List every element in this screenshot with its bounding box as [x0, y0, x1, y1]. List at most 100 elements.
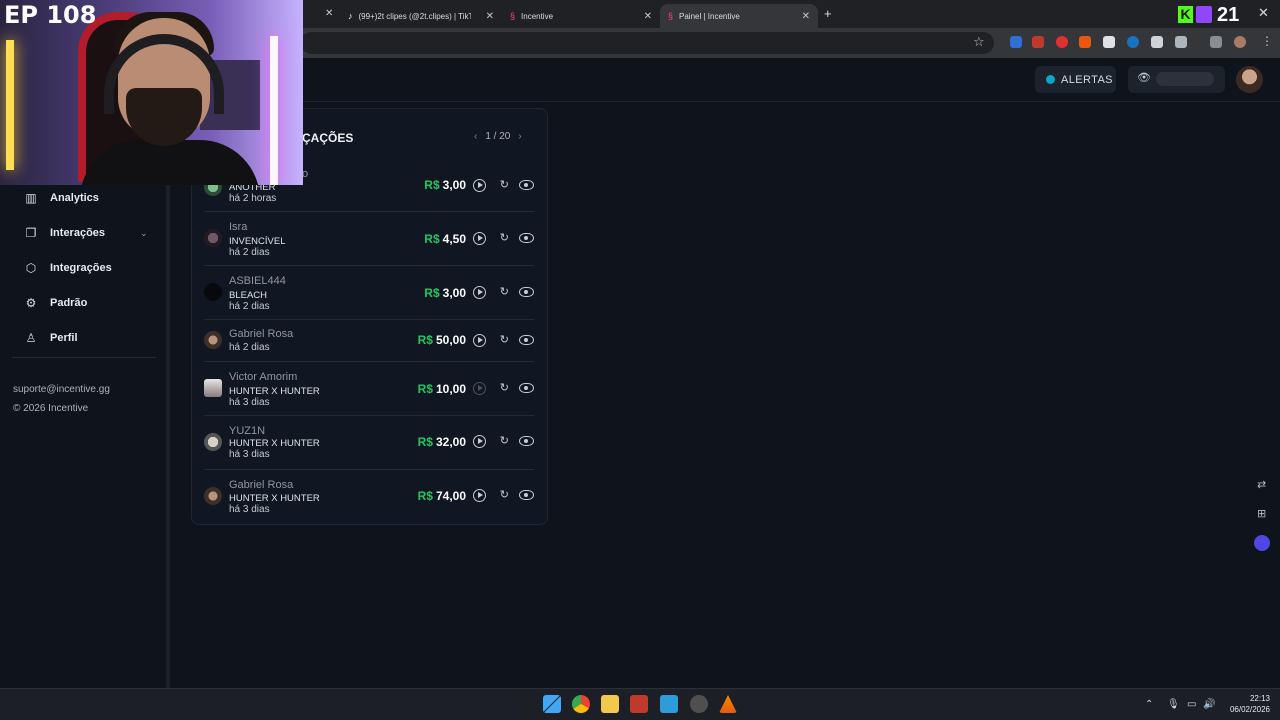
extensions-puzzle-icon[interactable]: [1175, 36, 1187, 48]
twitch-icon: [1196, 6, 1212, 23]
play-icon[interactable]: [473, 435, 486, 448]
currency-symbol: R$: [417, 489, 433, 503]
replay-icon[interactable]: ↻: [500, 232, 509, 245]
support-email-link[interactable]: suporte@incentive.gg: [13, 384, 110, 395]
alerts-button[interactable]: ALERTAS: [1035, 66, 1116, 93]
sidebar-item-interacoes[interactable]: ❐ Interações: [24, 226, 105, 240]
avatar: [204, 487, 222, 505]
window-close-button[interactable]: ✕: [1258, 5, 1269, 21]
browser-tab[interactable]: § Incentive ✕: [502, 4, 660, 28]
tab-title: Incentive: [521, 11, 554, 21]
browser-tab[interactable]: ♪ (99+)2t clipes (@2t.clipes) | TikTok ✕: [340, 4, 502, 28]
donor-name: Gabriel Rosa: [229, 479, 294, 491]
donor-name: Victor Amorim: [229, 371, 298, 383]
sidebar-divider: [12, 357, 156, 358]
extension-icon[interactable]: [1103, 36, 1115, 48]
chevron-left-icon[interactable]: ‹: [474, 131, 477, 142]
donor-name: ASBIEL444: [229, 275, 286, 287]
eye-icon[interactable]: [519, 233, 534, 243]
donation-row: Gabriel Rosa HUNTER X HUNTER há 3 dias R…: [204, 470, 534, 520]
browser-tab-active[interactable]: § Painel | Incentive ✕: [660, 4, 818, 28]
replay-icon[interactable]: ↻: [500, 435, 509, 448]
donation-time: há 2 dias: [229, 301, 270, 312]
sidebar-item-padrao[interactable]: ⚙ Padrão: [24, 296, 88, 310]
eye-icon[interactable]: [519, 287, 534, 297]
play-icon[interactable]: [473, 179, 486, 192]
currency-symbol: R$: [417, 382, 433, 396]
notepad-icon[interactable]: [660, 695, 678, 713]
replay-icon[interactable]: ↻: [500, 286, 509, 299]
close-tab-icon[interactable]: ✕: [802, 11, 810, 22]
eye-icon[interactable]: [519, 383, 534, 393]
chevron-right-icon[interactable]: ›: [518, 131, 521, 142]
taskbar-clock[interactable]: 22:13 06/02/2026: [1226, 693, 1270, 715]
assistant-bot-icon[interactable]: [1254, 535, 1270, 551]
replay-icon[interactable]: ↻: [500, 334, 509, 347]
bar-chart-icon: ▥: [25, 191, 37, 205]
eye-icon[interactable]: [519, 335, 534, 345]
eye-icon[interactable]: [519, 180, 534, 190]
chevron-up-icon[interactable]: ⌃: [1145, 699, 1153, 710]
close-tab-icon[interactable]: ✕: [325, 8, 333, 19]
donor-name: Gabriel Rosa: [229, 328, 294, 340]
profile-icon[interactable]: [1234, 36, 1246, 48]
play-icon[interactable]: [473, 334, 486, 347]
donation-row: Isra INVENCÍVEL há 2 dias R$ 4,50 ↻: [204, 212, 534, 266]
media-icon[interactable]: [1210, 36, 1222, 48]
extension-icon[interactable]: [1032, 36, 1044, 48]
sidebar-item-analytics[interactable]: ▥ Analytics: [24, 191, 99, 205]
windows-start-icon[interactable]: [543, 695, 561, 713]
replay-icon[interactable]: ↻: [500, 489, 509, 502]
donation-time: há 3 dias: [229, 504, 270, 515]
replay-icon[interactable]: ↻: [500, 382, 509, 395]
donation-amount: R$ 4,50: [424, 232, 466, 246]
extension-icon[interactable]: [1127, 36, 1139, 48]
play-icon[interactable]: [473, 286, 486, 299]
replay-icon[interactable]: ↻: [500, 179, 509, 192]
donation-time: há 3 dias: [229, 397, 270, 408]
address-bar[interactable]: [300, 32, 994, 54]
donation-row: Gabriel Rosa há 2 dias R$ 50,00 ↻: [204, 320, 534, 362]
play-icon[interactable]: [473, 232, 486, 245]
extension-icon[interactable]: [1151, 36, 1163, 48]
volume-icon[interactable]: 🔊: [1203, 699, 1215, 710]
donation-time: há 2 dias: [229, 342, 270, 353]
tab-title: (99+)2t clipes (@2t.clipes) | TikTok: [358, 11, 471, 21]
hidden-balance-pill: [1156, 72, 1214, 86]
translate-icon[interactable]: ⇄: [1257, 478, 1266, 491]
eye-icon[interactable]: [519, 490, 534, 500]
donation-amount: R$ 3,00: [424, 178, 466, 192]
viewer-count: 21: [1217, 4, 1240, 26]
extension-icon[interactable]: [1010, 36, 1022, 48]
eye-icon[interactable]: [519, 436, 534, 446]
microphone-icon[interactable]: 🎙: [1167, 699, 1180, 710]
sidebar-item-integracoes[interactable]: ⬡ Integrações: [24, 261, 112, 275]
play-icon[interactable]: [473, 489, 486, 502]
close-tab-icon[interactable]: ✕: [644, 11, 652, 22]
sidebar-item-perfil[interactable]: ♙ Perfil: [24, 331, 78, 345]
chevron-down-icon[interactable]: ⌄: [140, 228, 148, 239]
bookmark-star-icon[interactable]: ☆: [973, 34, 985, 50]
new-tab-button[interactable]: +: [824, 6, 832, 21]
extension-icon[interactable]: [1056, 36, 1068, 48]
donation-time: há 3 dias: [229, 449, 270, 460]
donation-time: há 2 dias: [229, 247, 270, 258]
grid-icon[interactable]: ⊞: [1257, 507, 1266, 520]
avatar: [204, 283, 222, 301]
amount-value: 4,50: [442, 232, 466, 246]
pagination: ‹ 1 / 20 ›: [474, 131, 522, 142]
sidebar-item-label: Perfil: [50, 332, 78, 344]
page-indicator: 1 / 20: [485, 131, 511, 142]
avatar: [204, 331, 222, 349]
kebab-menu-icon[interactable]: ⋮: [1261, 34, 1273, 48]
visibility-toggle-button[interactable]: 👁: [1128, 66, 1225, 93]
extension-icon[interactable]: [1079, 36, 1091, 48]
close-tab-icon[interactable]: ✕: [486, 11, 494, 22]
obs-icon[interactable]: [690, 695, 708, 713]
donation-amount: R$ 32,00: [418, 435, 466, 449]
network-icon[interactable]: ▭: [1187, 699, 1196, 710]
file-explorer-icon[interactable]: [601, 695, 619, 713]
user-avatar[interactable]: [1236, 66, 1263, 93]
chrome-icon[interactable]: [572, 695, 590, 713]
voicemeeter-icon[interactable]: [630, 695, 648, 713]
